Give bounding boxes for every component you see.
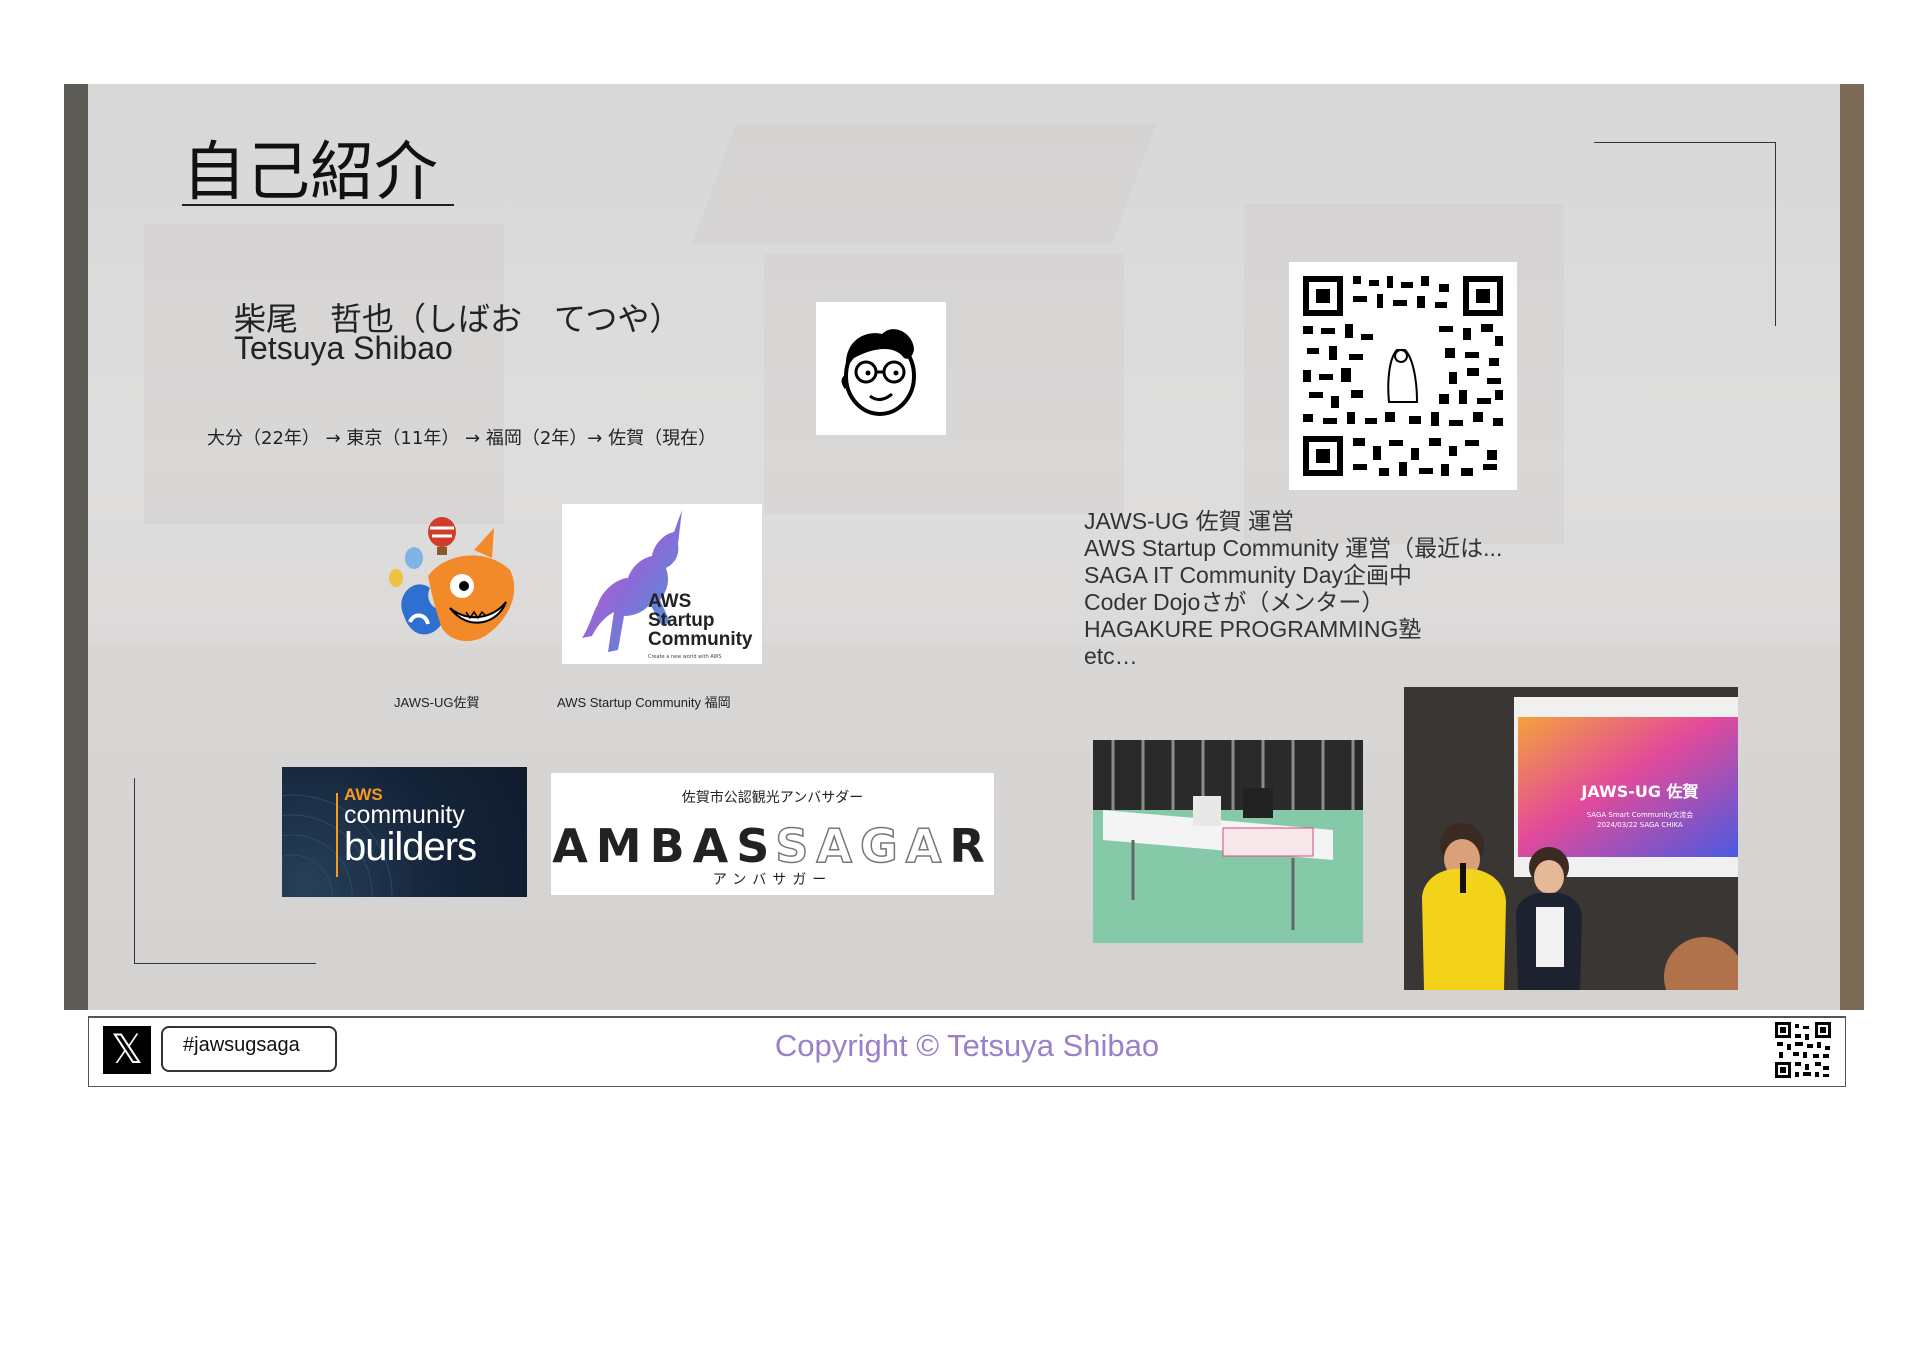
builders-accent-bar [336,793,338,877]
aws-community-builders-logo: AWS community builders [282,767,527,897]
qr-code-icon [1303,276,1503,476]
role-item: HAGAKURE PROGRAMMING塾 [1084,616,1422,642]
booth-photo-image [1093,740,1363,943]
slide-title: 自己紹介 [182,136,438,210]
stage-banner-date: 2024/03/22 SAGA CHIKA [1597,821,1683,829]
corner-decoration-top-right [1594,142,1776,143]
stage-banner-subtitle: SAGA Smart Community交流会 [1587,810,1694,819]
avatar-face-icon [841,329,916,416]
ambassagar-wordmark-c: R [949,819,993,873]
aws-startup-community-caption: AWS Startup Community 福岡 [557,695,731,710]
slide-edge-left [64,84,88,1010]
footer: 𝕏 #jawsugsaga Copyright © Tetsuya Shibao [88,1016,1846,1087]
slide-edge-right [1840,84,1864,1010]
title-underline [182,204,454,206]
mini-qr-code-icon [1775,1022,1831,1078]
jaws-ug-saga-logo [384,516,524,666]
corner-decoration-top-right-vertical [1775,142,1776,326]
copyright-text: Copyright © Tetsuya Shibao [774,1028,1160,1063]
corner-decoration-bottom-left [134,778,135,964]
ambassagar-wordmark-a: AMBAS [552,819,776,873]
stage-photo-image: JAWS-UG 佐賀 SAGA Smart Community交流会 2024/… [1404,687,1738,990]
profile-name-en: Tetsuya Shibao [234,330,453,366]
shark-mascot-icon [389,517,515,642]
profile-history: 大分（22年） → 東京（11年） → 福岡（2年）→ 佐賀（現在） [207,428,717,449]
ambassagar-wordmark: AMBASSAGAR [551,818,994,874]
ambassagar-subtitle: 佐賀市公認観光アンバサダー [681,790,864,806]
role-item: AWS Startup Community 運営（最近は... [1084,535,1503,561]
ambassagar-logo: 佐賀市公認観光アンバサダー AMBASSAGAR アンバサガー [551,773,994,895]
stage-banner-title: JAWS-UG 佐賀 [1580,782,1698,801]
ambassagar-wordmark-b: SAGA [775,818,950,874]
role-item: Coder Dojoさが（メンター） [1084,589,1385,615]
jaws-ug-saga-caption: JAWS-UG佐賀 [394,695,480,710]
role-item: JAWS-UG 佐賀 運営 [1084,508,1294,534]
avatar [816,302,946,435]
booth-photo [1093,740,1363,943]
asc-logo-text: AWS Startup Community [648,592,753,649]
asc-logo-word: Community [648,629,753,650]
asc-logo-word: AWS [648,591,692,612]
roles-list: JAWS-UG 佐賀 運営 AWS Startup Community 運営（最… [1084,508,1502,670]
builders-label: builders [344,825,477,869]
qr-code [1289,262,1517,490]
asc-logo-tagline: Create a new world with AWS [648,654,722,660]
asc-logo-word: Startup [648,610,715,631]
role-item: SAGA IT Community Day企画中 [1084,562,1413,588]
stage-photo: JAWS-UG 佐賀 SAGA Smart Community交流会 2024/… [1404,687,1738,990]
ambassagar-kana: アンバサガー [712,872,833,888]
slide: 自己紹介 柴尾 哲也（しばお てつや） Tetsuya Shibao 大分（22… [64,84,1864,1010]
corner-decoration-bottom-left-horizontal [134,963,316,964]
aws-startup-community-logo: AWS Startup Community Create a new world… [562,504,762,664]
role-item: etc… [1084,643,1138,669]
